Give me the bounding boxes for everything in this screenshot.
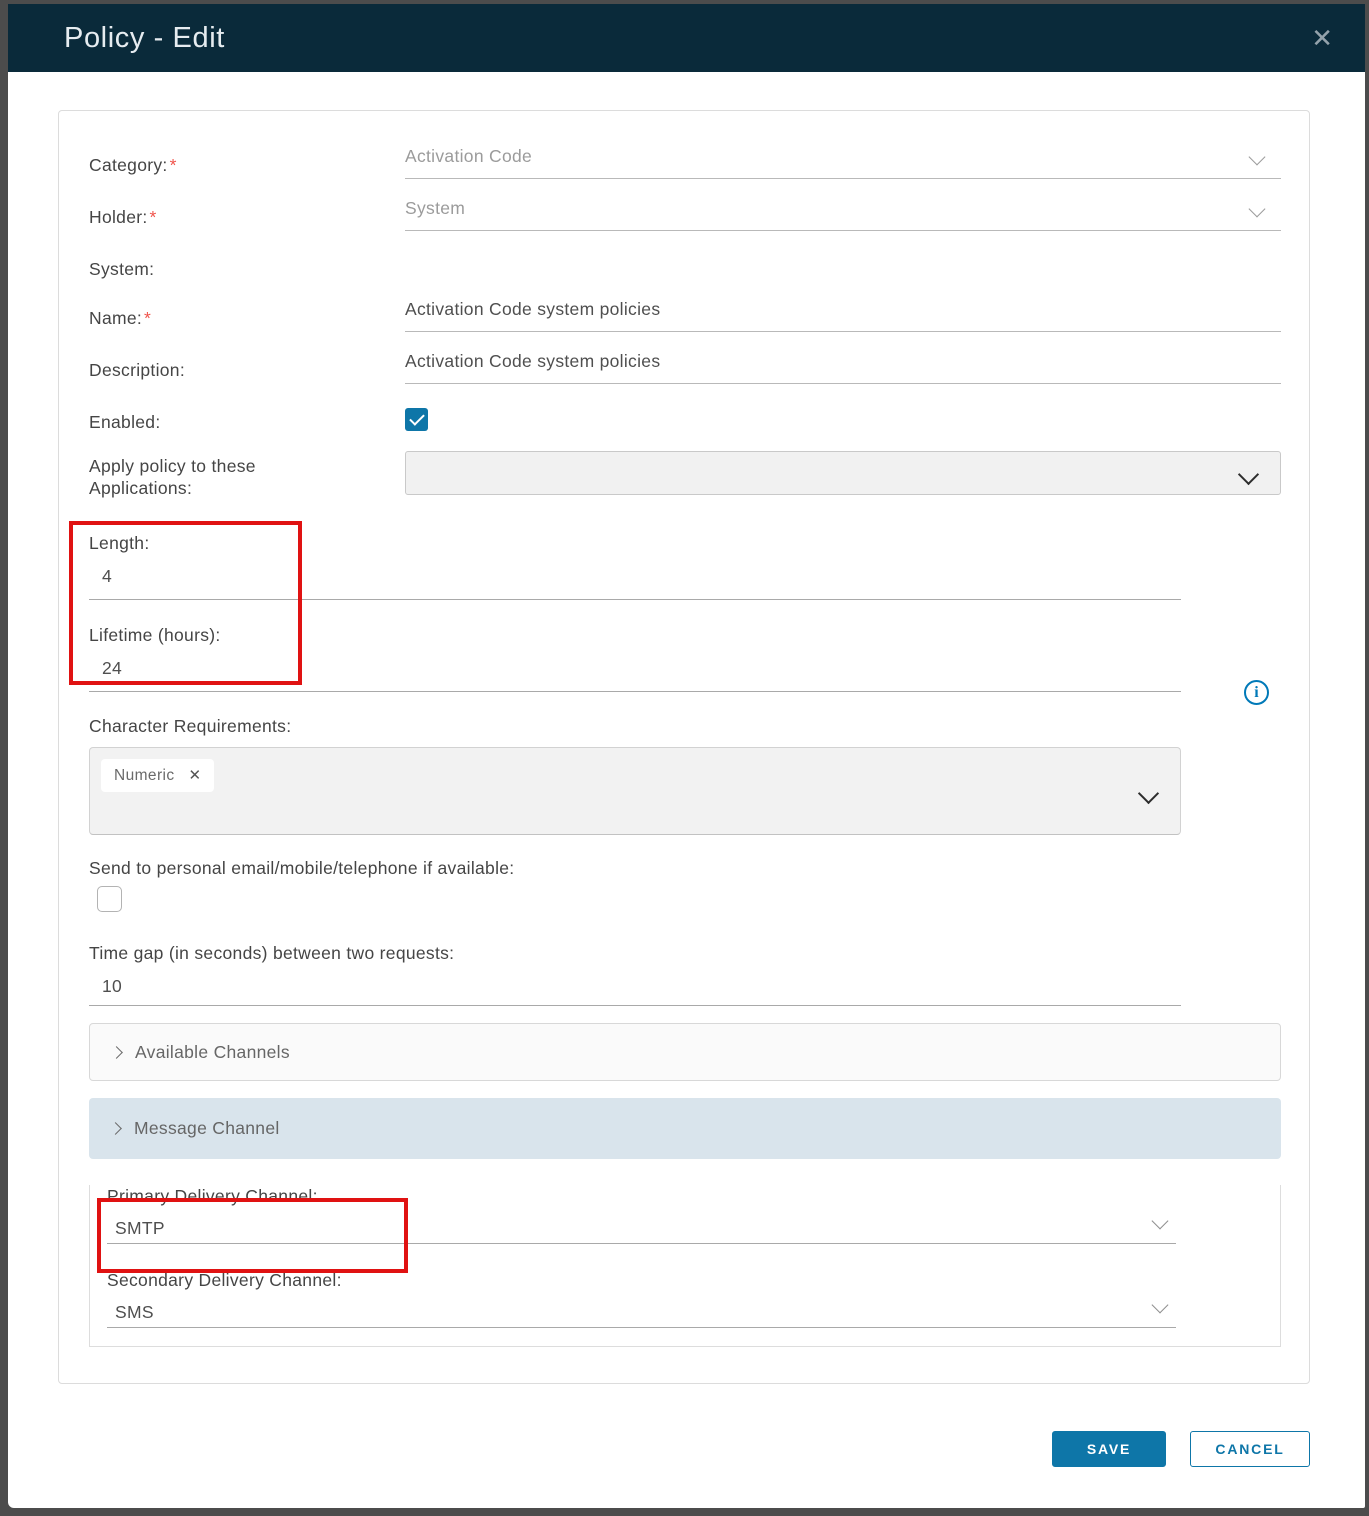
chevron-right-icon	[112, 1048, 121, 1057]
apply-policy-select[interactable]	[405, 451, 1281, 495]
length-label: Length:	[89, 532, 1181, 554]
dialog-title: Policy - Edit	[64, 22, 1307, 55]
system-label: System:	[89, 249, 405, 280]
holder-select[interactable]: System	[405, 197, 1281, 231]
system-value	[405, 249, 1281, 280]
length-lifetime-section: Length: 4 Lifetime (hours): 24 i	[89, 532, 1281, 692]
message-channel-content: Primary Delivery Channel: SMTP Secondary…	[89, 1185, 1281, 1347]
tag-remove-icon[interactable]: ✕	[189, 768, 202, 783]
time-gap-label: Time gap (in seconds) between two reques…	[89, 942, 1181, 964]
name-label-text: Name:	[89, 308, 142, 328]
required-asterisk: *	[150, 207, 157, 227]
policy-form-card: Category:* Activation Code Holder:* Syst…	[58, 110, 1310, 1384]
category-row: Category:* Activation Code	[89, 145, 1281, 179]
name-row: Name:* Activation Code system policies	[89, 298, 1281, 332]
name-value: Activation Code system policies	[405, 298, 660, 320]
category-value: Activation Code	[405, 145, 532, 167]
required-asterisk: *	[170, 155, 177, 175]
holder-row: Holder:* System	[89, 197, 1281, 231]
tag-label: Numeric	[114, 767, 175, 785]
chevron-down-icon	[1251, 203, 1263, 215]
lifetime-label: Lifetime (hours):	[89, 624, 1181, 646]
save-button[interactable]: SAVE	[1052, 1431, 1166, 1467]
close-icon[interactable]: ✕	[1307, 21, 1337, 55]
enabled-row: Enabled:	[89, 402, 1281, 433]
chevron-down-icon	[1251, 151, 1263, 163]
secondary-channel-select[interactable]: SMS	[107, 1291, 1176, 1327]
dialog-header: Policy - Edit ✕	[8, 4, 1365, 72]
accordion-available-channels[interactable]: Available Channels	[89, 1023, 1281, 1081]
primary-channel-label: Primary Delivery Channel:	[107, 1185, 1176, 1207]
time-gap-input[interactable]: 10	[89, 964, 1181, 1005]
character-requirements-select[interactable]: Numeric ✕	[89, 747, 1181, 835]
policy-edit-dialog: Policy - Edit ✕ Category:* Activation Co…	[8, 4, 1365, 1508]
message-channel-section: Message Channel Primary Delivery Channel…	[89, 1098, 1281, 1347]
holder-label-text: Holder:	[89, 207, 148, 227]
enabled-checkbox[interactable]	[405, 408, 428, 431]
name-input[interactable]: Activation Code system policies	[405, 298, 1281, 332]
secondary-channel-label: Secondary Delivery Channel:	[107, 1269, 1176, 1291]
info-icon[interactable]: i	[1244, 680, 1269, 705]
chevron-down-icon	[1241, 467, 1256, 482]
apply-policy-row: Apply policy to these Applications:	[89, 451, 1281, 499]
length-input[interactable]: 4	[89, 554, 1181, 599]
primary-channel-field: Primary Delivery Channel: SMTP	[107, 1185, 1176, 1244]
length-field: Length: 4	[89, 532, 1181, 600]
accordion-message-channel[interactable]: Message Channel	[89, 1098, 1281, 1159]
enabled-label: Enabled:	[89, 402, 405, 433]
secondary-channel-field: Secondary Delivery Channel: SMS	[107, 1269, 1176, 1328]
description-label: Description:	[89, 350, 405, 384]
holder-value: System	[405, 197, 465, 219]
message-channel-label: Message Channel	[134, 1118, 280, 1139]
system-row: System:	[89, 249, 1281, 280]
character-requirements-label: Character Requirements:	[89, 715, 1281, 737]
category-label-text: Category:	[89, 155, 168, 175]
chevron-down-icon	[1141, 786, 1156, 801]
send-personal-checkbox[interactable]	[97, 886, 122, 912]
time-gap-field: Time gap (in seconds) between two reques…	[89, 942, 1181, 1006]
description-value: Activation Code system policies	[405, 350, 660, 372]
cancel-button[interactable]: CANCEL	[1190, 1431, 1310, 1467]
dialog-footer: SAVE CANCEL	[8, 1431, 1365, 1467]
description-row: Description: Activation Code system poli…	[89, 350, 1281, 384]
lifetime-field: Lifetime (hours): 24	[89, 624, 1181, 692]
category-label: Category:*	[89, 145, 405, 179]
chevron-down-icon	[1154, 1299, 1166, 1311]
chevron-down-icon	[1154, 1215, 1166, 1227]
description-input[interactable]: Activation Code system policies	[405, 350, 1281, 384]
required-asterisk: *	[144, 308, 151, 328]
lifetime-input[interactable]: 24	[89, 646, 1181, 691]
available-channels-label: Available Channels	[135, 1042, 290, 1063]
chevron-right-icon	[111, 1124, 120, 1133]
category-select[interactable]: Activation Code	[405, 145, 1281, 179]
primary-channel-select[interactable]: SMTP	[107, 1207, 1176, 1243]
send-personal-label: Send to personal email/mobile/telephone …	[89, 857, 1281, 879]
name-label: Name:*	[89, 298, 405, 332]
apply-policy-label: Apply policy to these Applications:	[89, 451, 319, 499]
holder-label: Holder:*	[89, 197, 405, 231]
tag-numeric: Numeric ✕	[101, 759, 214, 792]
